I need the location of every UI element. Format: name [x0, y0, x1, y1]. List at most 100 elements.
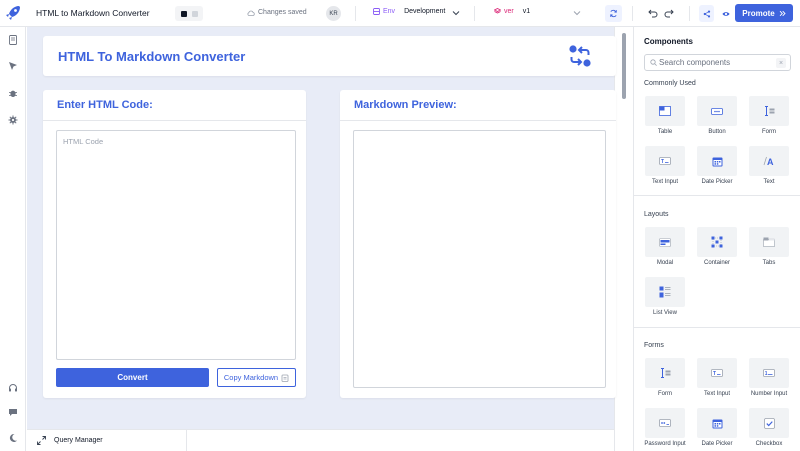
divider	[632, 6, 633, 21]
chat-icon[interactable]	[180, 10, 187, 17]
component-label: Date Picker	[701, 179, 733, 185]
undo-icon[interactable]	[648, 8, 658, 18]
query-manager-bar: Query Manager	[27, 429, 614, 451]
pages-icon[interactable]	[8, 35, 18, 45]
html-input-panel: Enter HTML Code: HTML Code Convert Copy …	[43, 90, 306, 398]
component-tile-checkbox[interactable]	[749, 408, 789, 438]
avatar[interactable]: KR	[326, 6, 341, 21]
svg-text:T: T	[713, 371, 716, 377]
html-panel-title: Enter HTML Code:	[57, 99, 153, 111]
component-label: Button	[708, 129, 726, 135]
svg-text:T: T	[661, 159, 664, 165]
component-tile-button[interactable]	[697, 96, 737, 126]
component-tile-date-picker[interactable]	[697, 408, 737, 438]
clear-search-icon[interactable]: ×	[776, 58, 786, 68]
environment-value: Development	[404, 8, 446, 15]
sync-button[interactable]	[605, 5, 622, 22]
component-label: Form	[762, 129, 776, 135]
scroll-thumb[interactable]	[622, 33, 626, 99]
password-input-icon	[659, 419, 671, 427]
html-code-placeholder: HTML Code	[63, 137, 104, 146]
component-label: Text Input	[703, 391, 730, 397]
component-tile-container[interactable]	[697, 227, 737, 257]
save-status: Changes saved	[247, 9, 307, 16]
preview-button[interactable]	[718, 5, 733, 22]
divider	[186, 430, 187, 451]
section-title: Layouts	[644, 211, 669, 218]
component-label: Container	[703, 260, 730, 266]
promote-button[interactable]: Promote	[735, 4, 793, 22]
html-code-textarea[interactable]: HTML Code	[56, 130, 296, 360]
component-label: Checkbox	[755, 441, 783, 447]
modal-icon	[659, 237, 671, 247]
text-input-icon: T	[659, 157, 671, 165]
convert-arrows-icon	[569, 45, 591, 67]
gear-icon[interactable]	[8, 115, 18, 125]
component-label: Text	[763, 179, 775, 185]
double-chevron-right-icon	[779, 10, 786, 16]
component-tile-modal[interactable]	[645, 227, 685, 257]
component-tile-table[interactable]	[645, 96, 685, 126]
svg-text:A: A	[767, 157, 774, 166]
convert-button[interactable]: Convert	[56, 368, 209, 387]
search-input[interactable]	[659, 56, 774, 69]
component-label: Modal	[656, 260, 674, 266]
headset-icon[interactable]	[8, 383, 18, 393]
environment-select[interactable]: Env Development	[373, 8, 445, 15]
number-input-icon: 1	[763, 369, 775, 377]
chevron-down-icon[interactable]	[452, 9, 460, 17]
expand-icon[interactable]	[37, 436, 46, 445]
query-manager-label[interactable]: Query Manager	[54, 437, 103, 444]
chat-bubble-icon[interactable]	[8, 407, 18, 417]
mode-toggle[interactable]	[175, 6, 203, 21]
environment-label: Env	[383, 8, 396, 15]
components-sidebar: Components × Commonly Used Table Button …	[633, 27, 800, 451]
moon-icon[interactable]	[8, 433, 18, 443]
version-label: ver	[504, 8, 514, 15]
markdown-preview-panel: Markdown Preview:	[340, 90, 616, 398]
component-tile-text-input[interactable]: T	[645, 146, 685, 176]
doc-icon[interactable]	[191, 10, 198, 17]
components-title: Components	[644, 37, 693, 46]
component-tile-text-input[interactable]: T	[697, 358, 737, 388]
version-icon	[494, 8, 501, 14]
rocket-logo-icon[interactable]	[4, 4, 22, 22]
divider	[634, 327, 800, 328]
app-title[interactable]: HTML to Markdown Converter	[36, 8, 150, 18]
text-input-icon: T	[711, 369, 723, 377]
redo-icon[interactable]	[664, 8, 674, 18]
refresh-icon	[610, 9, 617, 18]
top-bar: HTML to Markdown Converter Changes saved…	[0, 0, 800, 27]
canvas-scrollbar[interactable]	[614, 27, 632, 451]
component-tile-number-input[interactable]: 1	[749, 358, 789, 388]
component-tile-list-view[interactable]	[645, 277, 685, 307]
form-icon	[765, 106, 775, 116]
save-status-text: Changes saved	[258, 9, 307, 16]
component-tile-form[interactable]	[645, 358, 685, 388]
version-select[interactable]: ver v1	[494, 8, 530, 15]
component-tile-form[interactable]	[749, 96, 789, 126]
copy-markdown-button[interactable]: Copy Markdown	[217, 368, 296, 387]
markdown-preview-area[interactable]	[353, 130, 606, 388]
app-window: HTML to Markdown Converter Changes saved…	[0, 0, 800, 451]
divider	[634, 195, 800, 196]
share-button[interactable]	[699, 5, 714, 22]
calendar-icon	[712, 157, 722, 166]
cursor-icon[interactable]	[8, 61, 18, 71]
text-icon: A	[763, 156, 774, 166]
calendar-icon	[712, 419, 722, 428]
divider	[474, 6, 475, 21]
component-tile-date-picker[interactable]	[697, 146, 737, 176]
button-icon	[711, 107, 723, 115]
page-title: HTML To Markdown Converter	[58, 49, 246, 64]
bug-icon[interactable]	[8, 88, 18, 98]
component-tile-text[interactable]: A	[749, 146, 789, 176]
component-tile-tabs[interactable]	[749, 227, 789, 257]
version-value: v1	[522, 8, 531, 15]
clipboard-icon	[281, 374, 289, 382]
environment-icon	[373, 8, 380, 15]
section-title: Commonly Used	[644, 80, 696, 87]
component-tile-password-input[interactable]	[645, 408, 685, 438]
component-label: Table	[657, 129, 673, 135]
chevron-down-icon[interactable]	[573, 9, 581, 17]
